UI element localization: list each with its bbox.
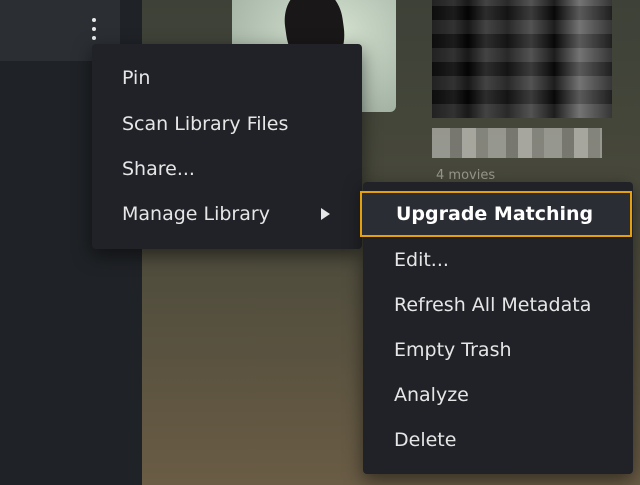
- menu-item-scan-library-files[interactable]: Scan Library Files: [92, 102, 362, 146]
- library-context-menu: Pin Scan Library Files Share... Manage L…: [92, 44, 362, 249]
- menu-item-manage-library[interactable]: Manage Library: [92, 192, 362, 236]
- menu-item-label: Pin: [122, 67, 151, 89]
- submenu-item-label: Analyze: [394, 384, 469, 406]
- submenu-item-label: Delete: [394, 429, 457, 451]
- submenu-item-label: Upgrade Matching: [396, 203, 594, 225]
- submenu-item-refresh-all-metadata[interactable]: Refresh All Metadata: [363, 283, 633, 327]
- submenu-item-label: Edit...: [394, 249, 449, 271]
- submenu-item-upgrade-matching[interactable]: Upgrade Matching: [360, 191, 632, 237]
- submenu-item-empty-trash[interactable]: Empty Trash: [363, 328, 633, 372]
- kebab-menu-icon[interactable]: [88, 18, 100, 40]
- menu-item-share[interactable]: Share...: [92, 147, 362, 191]
- poster-count-label: 4 movies: [436, 168, 496, 183]
- manage-library-submenu: Upgrade Matching Edit... Refresh All Met…: [360, 182, 633, 474]
- library-poster-blurred[interactable]: [432, 0, 612, 118]
- menu-item-pin[interactable]: Pin: [92, 56, 362, 100]
- submenu-item-label: Refresh All Metadata: [394, 294, 592, 316]
- poster-title-blurred: [432, 128, 602, 158]
- chevron-right-icon: [321, 208, 330, 220]
- submenu-item-edit[interactable]: Edit...: [363, 238, 633, 282]
- menu-item-label: Scan Library Files: [122, 113, 289, 135]
- menu-item-label: Share...: [122, 158, 195, 180]
- submenu-item-label: Empty Trash: [394, 339, 512, 361]
- submenu-item-analyze[interactable]: Analyze: [363, 373, 633, 417]
- submenu-item-delete[interactable]: Delete: [363, 418, 633, 462]
- menu-item-label: Manage Library: [122, 203, 270, 225]
